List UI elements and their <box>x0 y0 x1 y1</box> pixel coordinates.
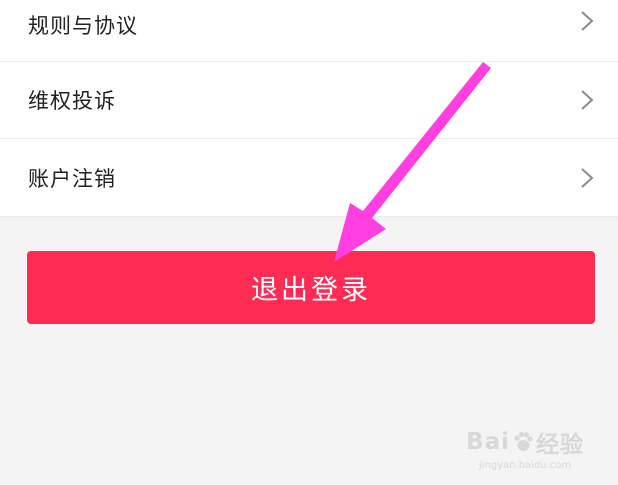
menu-item-rights-complaint[interactable]: 维权投诉 <box>0 62 618 139</box>
watermark-url: jingyan.baidu.com <box>478 460 572 471</box>
menu-item-account-cancellation[interactable]: 账户注销 <box>0 139 618 216</box>
baidu-jingyan-watermark: Bai 经验 jingyan.baidu.com <box>466 425 584 471</box>
menu-item-label: 规则与协议 <box>28 14 138 38</box>
logout-button[interactable]: 退出登录 <box>27 251 595 324</box>
watermark-brand-suffix: 经验 <box>536 432 584 458</box>
chevron-right-icon <box>580 89 594 111</box>
watermark-brand: Bai <box>466 429 510 455</box>
chevron-right-icon <box>580 10 594 32</box>
menu-item-rules-agreements[interactable]: 规则与协议 <box>0 0 618 62</box>
menu-item-label: 账户注销 <box>28 166 116 191</box>
chevron-right-icon <box>580 167 594 189</box>
settings-menu-list: 规则与协议 维权投诉 账户注销 <box>0 0 618 217</box>
menu-item-label: 维权投诉 <box>28 89 116 113</box>
paw-icon <box>512 431 534 453</box>
watermark-logo: Bai 经验 <box>466 425 584 459</box>
